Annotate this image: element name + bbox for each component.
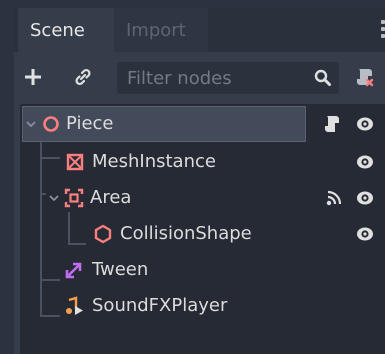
tree-row-soundfxplayer[interactable]: SoundFXPlayer <box>20 288 385 324</box>
scene-toolbar <box>14 56 385 98</box>
area-icon <box>64 188 84 208</box>
mesh-instance-icon <box>66 153 84 171</box>
collision-shape-icon <box>94 224 112 244</box>
script-icon[interactable] <box>322 114 342 134</box>
selection-highlight <box>22 106 306 142</box>
audio-player-icon <box>66 296 83 315</box>
link-icon <box>75 68 91 86</box>
dock-tab-bar: Scene Import <box>14 8 385 52</box>
node-label: MeshInstance <box>92 151 216 172</box>
node-label: Piece <box>66 113 114 134</box>
visibility-icon[interactable] <box>355 114 375 134</box>
signals-icon[interactable] <box>324 188 344 208</box>
tree-row-area[interactable]: Area <box>20 180 385 216</box>
tree-row-meshinstance[interactable]: MeshInstance <box>20 144 385 180</box>
filter-nodes-field[interactable] <box>117 62 339 94</box>
script-remove-icon <box>357 69 374 87</box>
add-node-button[interactable] <box>18 62 48 92</box>
tab-import[interactable]: Import <box>114 8 208 52</box>
clear-script-button[interactable] <box>350 62 380 92</box>
visibility-icon[interactable] <box>355 152 375 172</box>
visibility-icon[interactable] <box>355 188 375 208</box>
dock-menu-icon[interactable] <box>381 20 385 38</box>
filter-nodes-input[interactable] <box>117 62 307 94</box>
scene-dock: Scene Import Filter nodes Piece MeshInst… <box>14 8 385 354</box>
visibility-icon[interactable] <box>355 224 375 244</box>
collapse-arrow-icon[interactable] <box>48 188 60 208</box>
node-label: Area <box>90 187 132 208</box>
search-icon <box>314 69 331 86</box>
instance-scene-button[interactable] <box>68 62 98 92</box>
node-label: Tween <box>92 259 149 280</box>
tree-row-collisionshape[interactable]: CollisionShape <box>20 216 385 252</box>
tab-scene[interactable]: Scene <box>18 8 114 52</box>
scene-tree: Piece MeshInstance Area CollisionShape T… <box>20 104 385 354</box>
collapse-arrow-icon[interactable] <box>25 114 37 134</box>
spatial-icon <box>43 116 59 132</box>
plus-icon <box>25 69 41 85</box>
tree-row-piece[interactable]: Piece <box>20 106 385 142</box>
node-label: SoundFXPlayer <box>92 295 228 316</box>
tree-row-tween[interactable]: Tween <box>20 252 385 288</box>
node-label: CollisionShape <box>120 223 252 244</box>
tween-icon <box>65 262 82 279</box>
